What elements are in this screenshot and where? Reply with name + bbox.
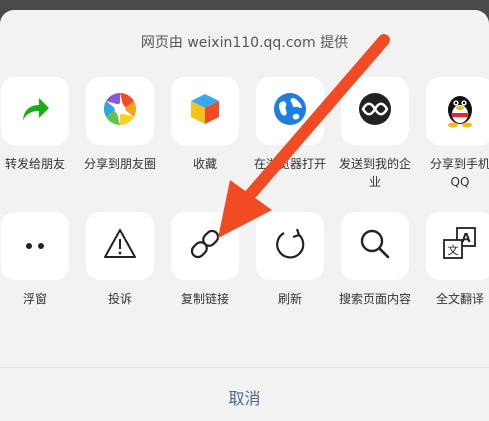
search-page-tile[interactable]	[341, 212, 409, 280]
warning-icon	[102, 227, 138, 265]
qq-tile[interactable]	[426, 77, 489, 145]
moments-tile[interactable]	[86, 77, 154, 145]
complain-action[interactable]: 投诉	[77, 212, 163, 308]
cancel-button[interactable]: 取消	[0, 385, 489, 409]
search-page-label: 搜索页面内容	[338, 292, 411, 306]
sheet-divider	[0, 367, 489, 368]
translate-label: 全文翻译	[435, 292, 484, 306]
float-window-icon	[17, 237, 53, 256]
browser-globe-icon	[271, 90, 309, 132]
share-action-sheet: 网页由 weixin110.qq.com 提供 转发给朋友 分享到朋友圈 收藏 …	[0, 10, 489, 421]
favorite-label: 收藏	[192, 157, 217, 171]
browser-label: 在浏览器打开	[253, 157, 326, 171]
favorite-tile[interactable]	[171, 77, 239, 145]
send-to-wecom-action[interactable]: 发送到我的企业	[332, 77, 418, 191]
moments-aperture-icon	[100, 89, 140, 133]
forward-label: 转发给朋友	[4, 157, 65, 171]
qq-label: 分享到手机QQ	[429, 157, 489, 189]
copy-link-label: 复制链接	[180, 292, 229, 306]
forward-to-friend-action[interactable]: 转发给朋友	[0, 77, 78, 173]
refresh-action[interactable]: 刷新	[247, 212, 333, 308]
copy-link-action[interactable]: 复制链接	[162, 212, 248, 308]
complain-label: 投诉	[107, 292, 132, 306]
wecom-label: 发送到我的企业	[338, 157, 411, 189]
qq-penguin-icon	[442, 89, 478, 133]
link-icon	[186, 225, 224, 267]
share-to-qq-action[interactable]: 分享到手机QQ	[417, 77, 489, 191]
share-to-moments-action[interactable]: 分享到朋友圈	[77, 77, 163, 173]
search-page-action[interactable]: 搜索页面内容	[332, 212, 418, 308]
copy-link-tile[interactable]	[171, 212, 239, 280]
refresh-icon	[272, 226, 308, 266]
browser-tile[interactable]	[256, 77, 324, 145]
float-window-action[interactable]: 浮窗	[0, 212, 78, 308]
translate-icon: A 文	[441, 225, 479, 267]
search-icon	[357, 226, 393, 266]
moments-label: 分享到朋友圈	[83, 157, 156, 171]
favorite-action[interactable]: 收藏	[162, 77, 248, 173]
provider-header: 网页由 weixin110.qq.com 提供	[140, 35, 349, 51]
tools-row: 浮窗 投诉 复制链接 刷新 搜索页面内容 A 文 全文翻译	[0, 212, 489, 342]
float-window-label: 浮窗	[22, 292, 47, 306]
float-window-tile[interactable]	[1, 212, 69, 280]
favorite-cube-icon	[187, 91, 223, 131]
translate-tile[interactable]: A 文	[426, 212, 489, 280]
svg-text:文: 文	[448, 243, 459, 257]
share-row: 转发给朋友 分享到朋友圈 收藏 在浏览器打开 发送到我的企业 分享到手机QQ	[0, 77, 489, 207]
forward-tile[interactable]	[1, 77, 69, 145]
refresh-tile[interactable]	[256, 212, 324, 280]
forward-arrow-icon	[18, 92, 52, 130]
open-in-browser-action[interactable]: 在浏览器打开	[247, 77, 333, 173]
complain-tile[interactable]	[86, 212, 154, 280]
wecom-tile[interactable]	[341, 77, 409, 145]
refresh-label: 刷新	[277, 292, 302, 306]
translate-action[interactable]: A 文 全文翻译	[417, 212, 489, 308]
wecom-icon	[356, 90, 394, 132]
